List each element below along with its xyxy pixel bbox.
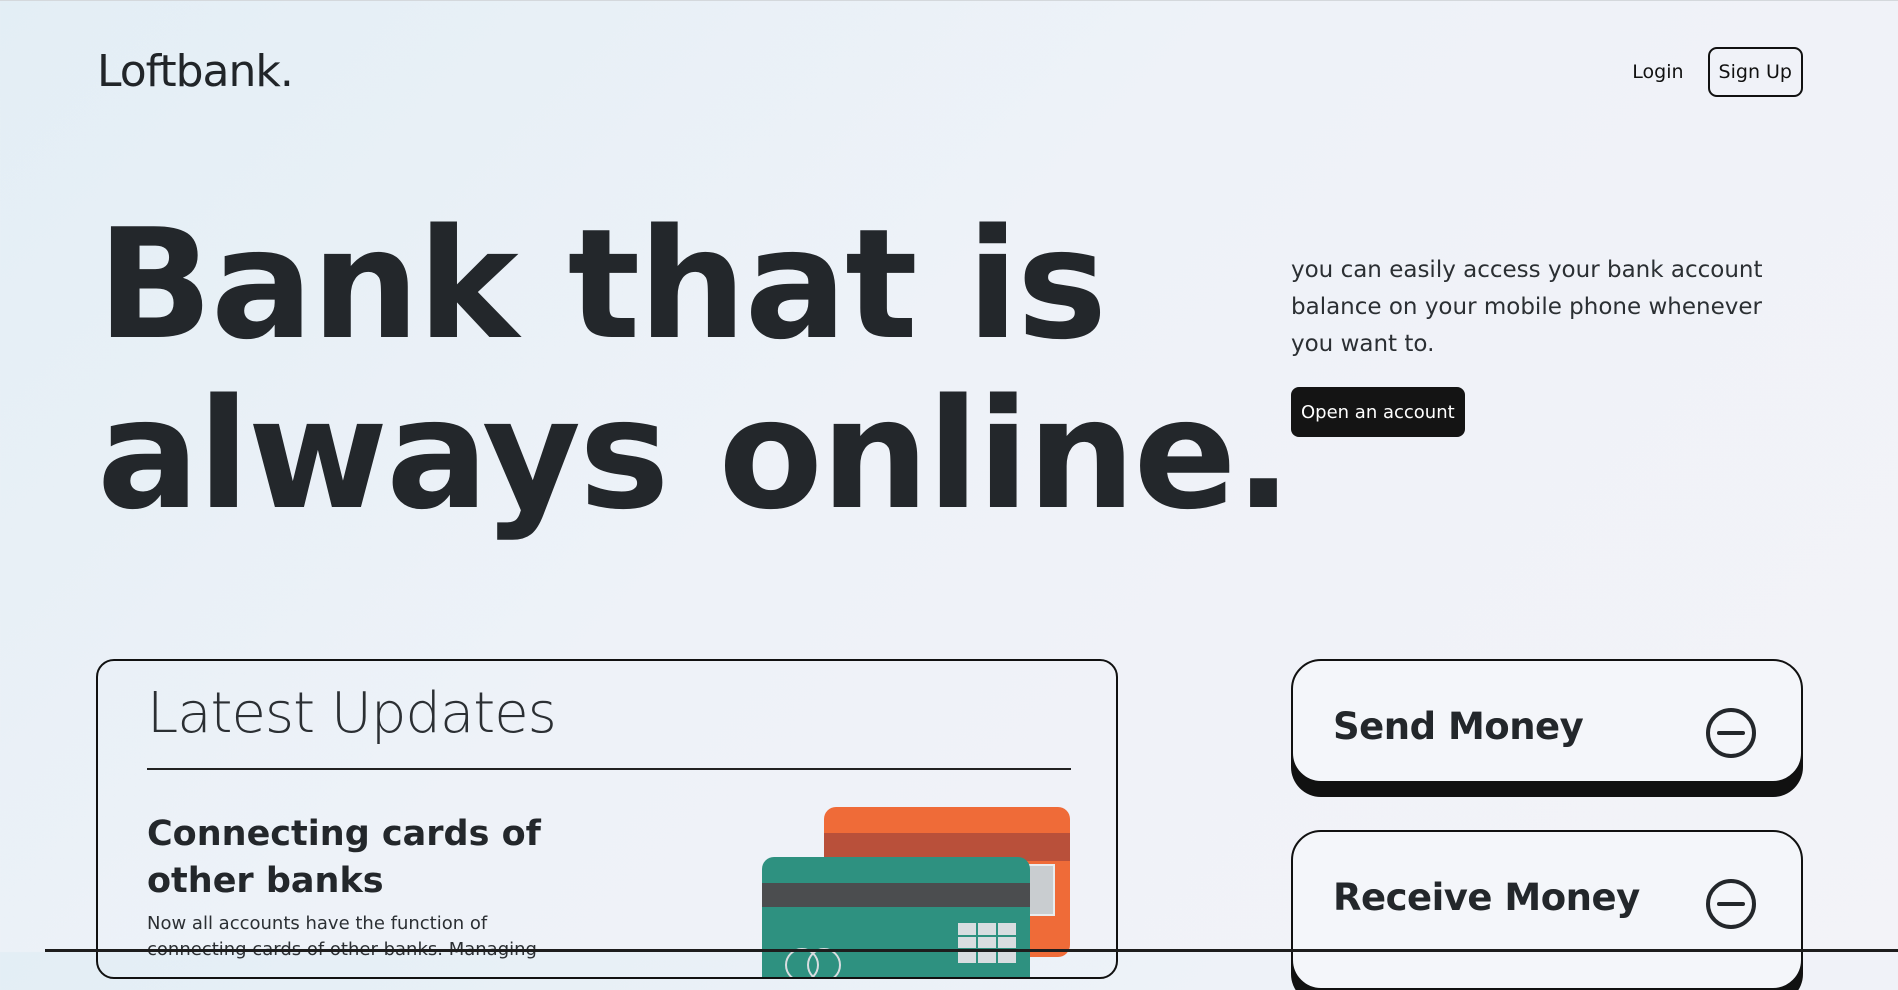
updates-divider	[147, 768, 1071, 770]
news-item-text: Now all accounts have the function of co…	[147, 913, 537, 960]
open-account-button[interactable]: Open an account	[1291, 387, 1465, 437]
send-money-label: Send Money	[1333, 705, 1584, 748]
news-item-title[interactable]: Connecting cards of other banks	[147, 811, 567, 905]
hero-title-line-2: always online.	[97, 366, 1292, 543]
hero-title-line-1: Bank that is	[97, 196, 1107, 373]
hero-title: Bank that is always online.	[97, 196, 1292, 543]
hero-description: you can easily access your bank account …	[1291, 257, 1763, 357]
receive-money-label: Receive Money	[1333, 876, 1640, 919]
top-border	[0, 0, 1898, 1]
latest-updates-heading: Latest Updates	[147, 681, 557, 746]
logo[interactable]: Loftbank.	[97, 44, 294, 100]
teal-card-image	[762, 857, 1030, 977]
send-money-button[interactable]: Send Money	[1291, 659, 1803, 783]
top-nav: Login Sign Up	[1632, 47, 1803, 97]
minus-circle-icon	[1706, 879, 1756, 929]
login-link[interactable]: Login	[1632, 61, 1683, 83]
minus-circle-icon	[1706, 708, 1756, 758]
sign-up-button[interactable]: Sign Up	[1707, 47, 1803, 97]
receive-money-button[interactable]: Receive Money	[1291, 830, 1803, 990]
latest-updates-card: Latest Updates Connecting cards of other…	[96, 659, 1118, 979]
